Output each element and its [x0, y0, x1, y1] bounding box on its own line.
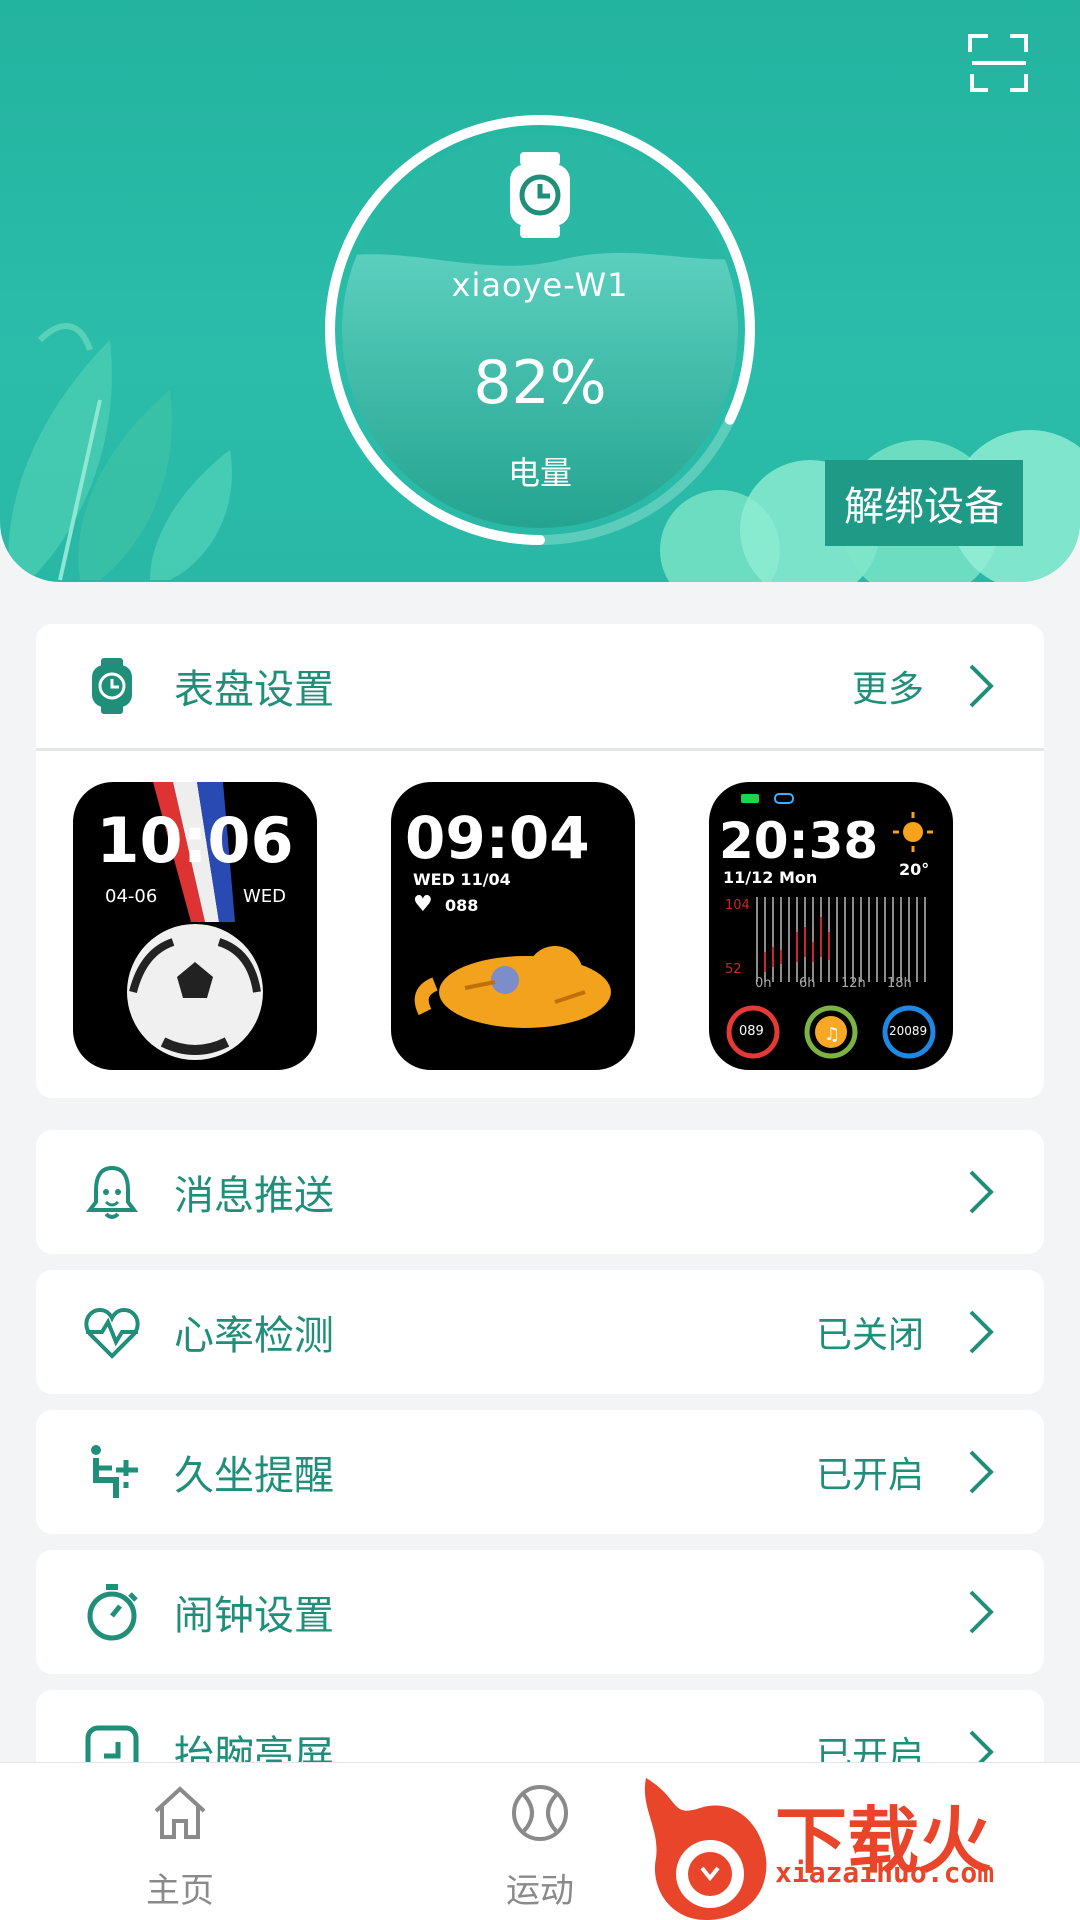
leaves-decoration [8, 323, 232, 581]
watchface-date: 04-06 [105, 886, 158, 907]
sport-ball-icon [512, 1785, 568, 1841]
svg-text:♫: ♫ [824, 1024, 840, 1045]
message-push-label: 消息推送 [174, 1173, 334, 1219]
watchface-temp: 20° [899, 860, 930, 879]
sedentary-reminder-label: 久坐提醒 [174, 1453, 334, 1499]
watchface-option[interactable]: 10:06 04-06 WED [73, 782, 317, 1070]
alarm-settings-label: 闹钟设置 [174, 1593, 334, 1639]
home-icon [154, 1786, 206, 1839]
watch-icon [510, 152, 570, 238]
heart-rate-icon [84, 1307, 140, 1359]
watermark-url: xiazaihuo.com [775, 1856, 995, 1889]
watchface-gauge-value: 20089 [889, 1024, 928, 1038]
device-header: xiaoye-W1 82% 电量 解绑设备 [0, 0, 1080, 582]
chevron-right-icon [969, 1590, 994, 1634]
heart-rate-label: 心率检测 [174, 1313, 334, 1359]
watchface-tick: 6h [799, 976, 816, 991]
watchface-hr-max: 104 [725, 898, 750, 913]
watchface-hr-min: 52 [725, 962, 742, 977]
nav-sport[interactable]: 运动 [440, 1763, 640, 1920]
chevron-right-icon [969, 1170, 994, 1214]
watchface-time: 09:04 [405, 804, 590, 872]
watchface-date: 11/12 Mon [723, 868, 818, 887]
battery-label: 电量 [507, 454, 572, 492]
watchface-tick: 0h [755, 976, 772, 991]
watchface-tick: 12h [841, 976, 866, 991]
watchface-time: 10:06 [96, 804, 294, 877]
sedentary-reminder-status: 已开启 [815, 1455, 924, 1496]
unbind-device-button[interactable]: 解绑设备 [825, 460, 1023, 546]
row-content: 消息推送 [36, 1130, 1044, 1254]
nav-home[interactable]: 主页 [80, 1763, 280, 1920]
nav-home-label: 主页 [146, 1871, 214, 1911]
watchface-date: WED 11/04 [413, 870, 511, 889]
sedentary-reminder-row[interactable]: 久坐提醒 已开启 [36, 1410, 1044, 1534]
heart-icon: ♥ [413, 892, 433, 917]
watchface-gauge-value: 089 [739, 1024, 764, 1039]
sleeping-cat [414, 946, 611, 1028]
chevron-right-icon [969, 1450, 994, 1494]
message-push-row[interactable]: 消息推送 [36, 1130, 1044, 1254]
divider [36, 748, 1044, 751]
heart-rate-row[interactable]: 心率检测 已关闭 [36, 1270, 1044, 1394]
row-content: 心率检测 已关闭 [36, 1270, 1044, 1394]
watchface-option[interactable]: ♫ 20:38 11/12 Mon 20° 104 52 0h 6h 12h 1… [709, 782, 953, 1070]
more-label[interactable]: 更多 [852, 660, 924, 712]
watch-icon [92, 658, 132, 714]
watchface-tick: 18h [887, 976, 912, 991]
watchface-option[interactable]: 09:04 WED 11/04 ♥ 088 [391, 782, 635, 1070]
nav-sport-label: 运动 [506, 1871, 574, 1911]
alarm-settings-row[interactable]: 闹钟设置 [36, 1550, 1044, 1674]
bell-icon [86, 1165, 138, 1219]
sitting-person-icon [91, 1445, 138, 1498]
watchface-weekday: WED [243, 886, 287, 907]
heart-rate-status: 已关闭 [815, 1315, 924, 1356]
stopwatch-icon [87, 1584, 138, 1641]
watchface-settings-label: 表盘设置 [174, 667, 334, 713]
row-content: 久坐提醒 已开启 [36, 1410, 1044, 1534]
row-content: 闹钟设置 [36, 1550, 1044, 1674]
battery-percent: 82% [473, 348, 607, 418]
chevron-right-icon [969, 1310, 994, 1354]
scan-icon[interactable] [968, 32, 1030, 94]
chevron-right-icon [969, 664, 994, 708]
watchface-time: 20:38 [719, 812, 879, 870]
watchface-heart-rate: 088 [445, 896, 479, 915]
watchface-settings-row[interactable]: 表盘设置 更多 [36, 624, 1044, 748]
device-name: xiaoye-W1 [451, 266, 629, 304]
